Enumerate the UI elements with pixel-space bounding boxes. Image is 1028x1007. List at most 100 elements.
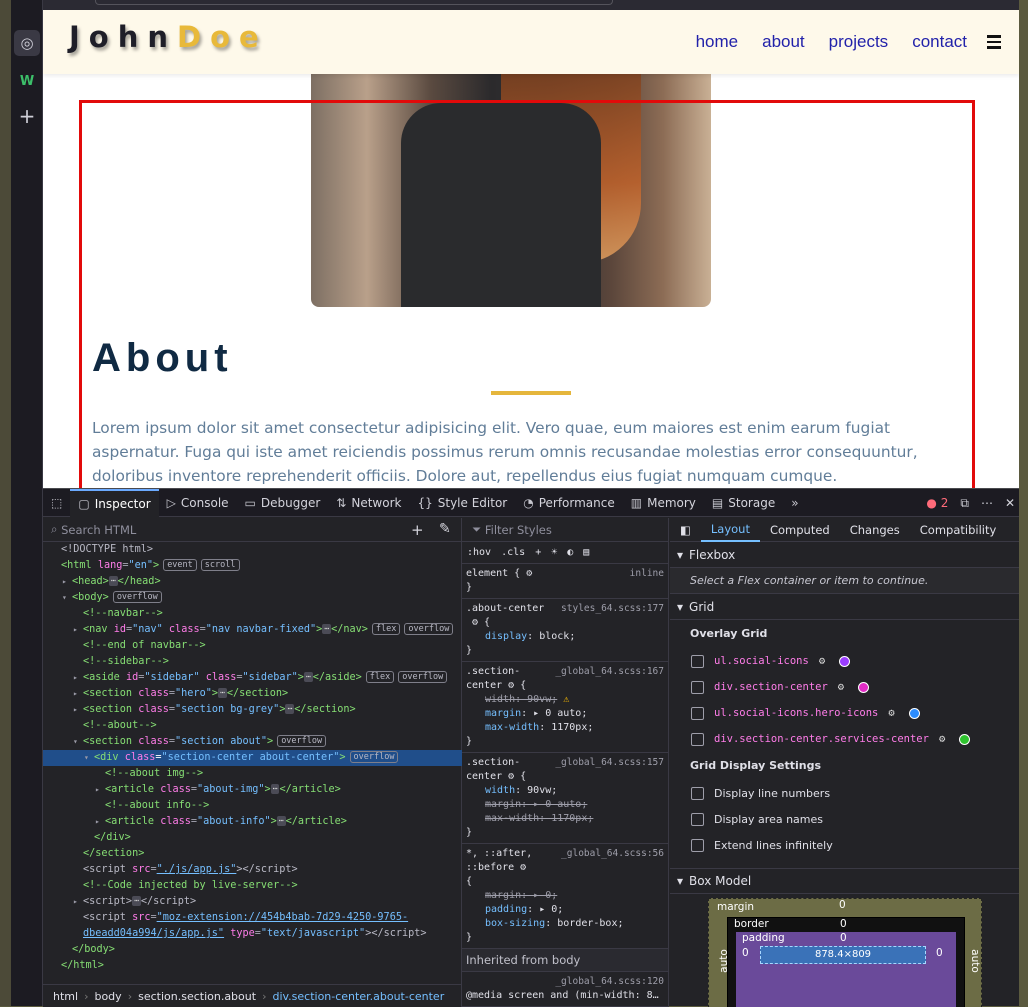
error-badge[interactable]: ● 2 — [926, 496, 948, 510]
grid-section-header[interactable]: ▾ Grid — [670, 594, 1019, 620]
extension-w-icon[interactable]: W — [14, 68, 40, 94]
settings-icon[interactable]: ⚙ — [819, 655, 825, 667]
element-picker-icon[interactable]: ⬚ — [43, 489, 70, 517]
dom-node[interactable]: <html lang="en"> event scroll — [43, 558, 462, 574]
padding-left-value[interactable]: 0 — [742, 947, 749, 959]
add-icon[interactable]: + — [14, 103, 40, 129]
color-swatch[interactable] — [839, 655, 851, 667]
padding-right-value[interactable]: 0 — [936, 947, 943, 959]
close-icon[interactable]: ✕ — [1005, 496, 1015, 510]
dom-node[interactable]: <!--navbar--> — [43, 606, 462, 622]
menu-icon[interactable] — [987, 35, 1001, 49]
tab-console[interactable]: ▷ Console — [159, 489, 237, 517]
hov-toggle[interactable]: :hov — [467, 547, 491, 558]
tab-network[interactable]: ⇅ Network — [328, 489, 409, 517]
dom-node[interactable]: ▸ <article class="about-img"> ⋯ </article> — [43, 782, 462, 798]
crumb-body[interactable]: body — [94, 990, 121, 1003]
settings-icon[interactable]: ⚙ — [838, 681, 844, 693]
dom-node[interactable]: ▾ <div class="section-center about-center… — [43, 750, 462, 766]
box-model-content[interactable]: 878.4×809 — [760, 946, 926, 964]
border-top-value[interactable]: 0 — [840, 918, 847, 930]
dom-node[interactable]: dbeadd04a994/js/app.js" type="text/javas… — [43, 926, 462, 942]
dom-node[interactable]: ▸ <nav id="nav" class="nav navbar-fixed">… — [43, 622, 462, 638]
tab-performance[interactable]: ◔ Performance — [515, 489, 623, 517]
dom-node[interactable]: ▸ <section class="section bg-grey"> ⋯ </sec… — [43, 702, 462, 718]
grid-item[interactable]: ul.social-icons.hero-icons ⚙ — [670, 700, 1019, 726]
setting-extend-lines[interactable]: Extend lines infinitely — [670, 832, 1019, 858]
crumb-html[interactable]: html — [53, 990, 78, 1003]
tab-debugger[interactable]: ▭ Debugger — [237, 489, 329, 517]
dom-node[interactable]: ▾ <section class="section about"> overflow — [43, 734, 462, 750]
filter-styles[interactable]: ⏷ Filter Styles — [462, 518, 668, 542]
dom-node[interactable]: <!--sidebar--> — [43, 654, 462, 670]
nav-projects[interactable]: projects — [829, 32, 889, 52]
tab-inspector[interactable]: ▢ Inspector — [70, 488, 159, 517]
margin-right-value[interactable]: auto — [969, 949, 981, 973]
crumb-div[interactable]: div.section-center.about-center — [272, 990, 444, 1003]
print-icon[interactable]: ▤ — [583, 547, 589, 558]
checkbox[interactable] — [691, 838, 704, 852]
dom-node[interactable]: ▸ <section class="hero"> ⋯ </section> — [43, 686, 462, 702]
dom-node[interactable]: <!--about--> — [43, 718, 462, 734]
setting-line-numbers[interactable]: Display line numbers — [670, 780, 1019, 806]
tab-memory[interactable]: ▥ Memory — [623, 489, 704, 517]
dom-node[interactable]: <script src="./js/app.js"></script> — [43, 862, 462, 878]
tab-compatibility[interactable]: Compatibility — [910, 523, 1007, 537]
grid-item[interactable]: div.section-center ⚙ — [670, 674, 1019, 700]
cls-toggle[interactable]: .cls — [501, 547, 525, 558]
dom-node[interactable]: </html> — [43, 958, 462, 974]
tab-computed[interactable]: Computed — [760, 523, 840, 537]
toggle-pane-icon[interactable]: ◧ — [670, 523, 701, 537]
address-bar[interactable] — [95, 0, 613, 5]
more-tabs-icon[interactable]: » — [783, 489, 806, 517]
padding-top-value[interactable]: 0 — [840, 932, 847, 944]
nav-about[interactable]: about — [762, 32, 805, 52]
search-html[interactable]: ⌕ Search HTML + ✎ — [43, 518, 461, 542]
dom-node[interactable]: <!--about img--> — [43, 766, 462, 782]
color-swatch[interactable] — [858, 681, 870, 693]
grid-item[interactable]: ul.social-icons ⚙ — [670, 648, 1019, 674]
checkbox[interactable] — [691, 812, 704, 826]
checkbox[interactable] — [691, 680, 704, 694]
dom-node[interactable]: ▸ <aside id="sidebar" class="sidebar"> ⋯ </… — [43, 670, 462, 686]
logo[interactable]: JohnDoe — [69, 20, 268, 54]
color-swatch[interactable] — [908, 707, 920, 719]
dom-node[interactable]: <!--end of navbar--> — [43, 638, 462, 654]
dark-theme-icon[interactable]: ◐ — [567, 547, 573, 558]
light-theme-icon[interactable]: ☀ — [551, 547, 557, 558]
filter-input[interactable]: Filter Styles — [485, 523, 552, 537]
checkbox[interactable] — [691, 732, 704, 746]
dom-node[interactable]: <!--about info--> — [43, 798, 462, 814]
margin-top-value[interactable]: 0 — [839, 899, 846, 911]
dom-node[interactable]: <!DOCTYPE html> — [43, 542, 462, 558]
eyedropper-icon[interactable]: ✎ — [439, 521, 451, 537]
dom-node[interactable]: <script src="moz-extension://454b4bab-7d… — [43, 910, 462, 926]
dock-icon[interactable]: ⧉ — [960, 496, 969, 511]
dom-node[interactable]: ▾ <body> overflow — [43, 590, 462, 606]
grid-item[interactable]: div.section-center.services-center ⚙ — [670, 726, 1019, 752]
dom-node[interactable]: ▸ <head> ⋯ </head> — [43, 574, 462, 590]
tab-layout[interactable]: Layout — [700, 518, 760, 542]
dom-node[interactable]: ▸ <script> ⋯ </script> — [43, 894, 462, 910]
tab-changes[interactable]: Changes — [840, 523, 910, 537]
dom-node[interactable]: </body> — [43, 942, 462, 958]
tab-style-editor[interactable]: {} Style Editor — [409, 489, 515, 517]
nav-contact[interactable]: contact — [912, 32, 967, 52]
box-model-section-header[interactable]: ▾ Box Model — [670, 868, 1019, 894]
search-input[interactable]: Search HTML — [61, 523, 136, 537]
dom-node[interactable]: </section> — [43, 846, 462, 862]
settings-icon[interactable]: ⚙ — [939, 733, 945, 745]
checkbox[interactable] — [691, 706, 704, 720]
dom-node[interactable]: ▸ <article class="about-info"> ⋯ </article> — [43, 814, 462, 830]
dom-node[interactable]: </div> — [43, 830, 462, 846]
settings-icon[interactable]: ⚙ — [888, 707, 894, 719]
nav-home[interactable]: home — [696, 32, 739, 52]
add-node-icon[interactable]: + — [411, 521, 424, 539]
dom-node[interactable]: <!--Code injected by live-server--> — [43, 878, 462, 894]
add-rule-icon[interactable]: + — [535, 547, 541, 558]
setting-area-names[interactable]: Display area names — [670, 806, 1019, 832]
checkbox[interactable] — [691, 786, 704, 800]
crumb-section[interactable]: section.section.about — [138, 990, 256, 1003]
flexbox-section-header[interactable]: ▾ Flexbox — [670, 542, 1019, 568]
color-swatch[interactable] — [959, 733, 971, 745]
